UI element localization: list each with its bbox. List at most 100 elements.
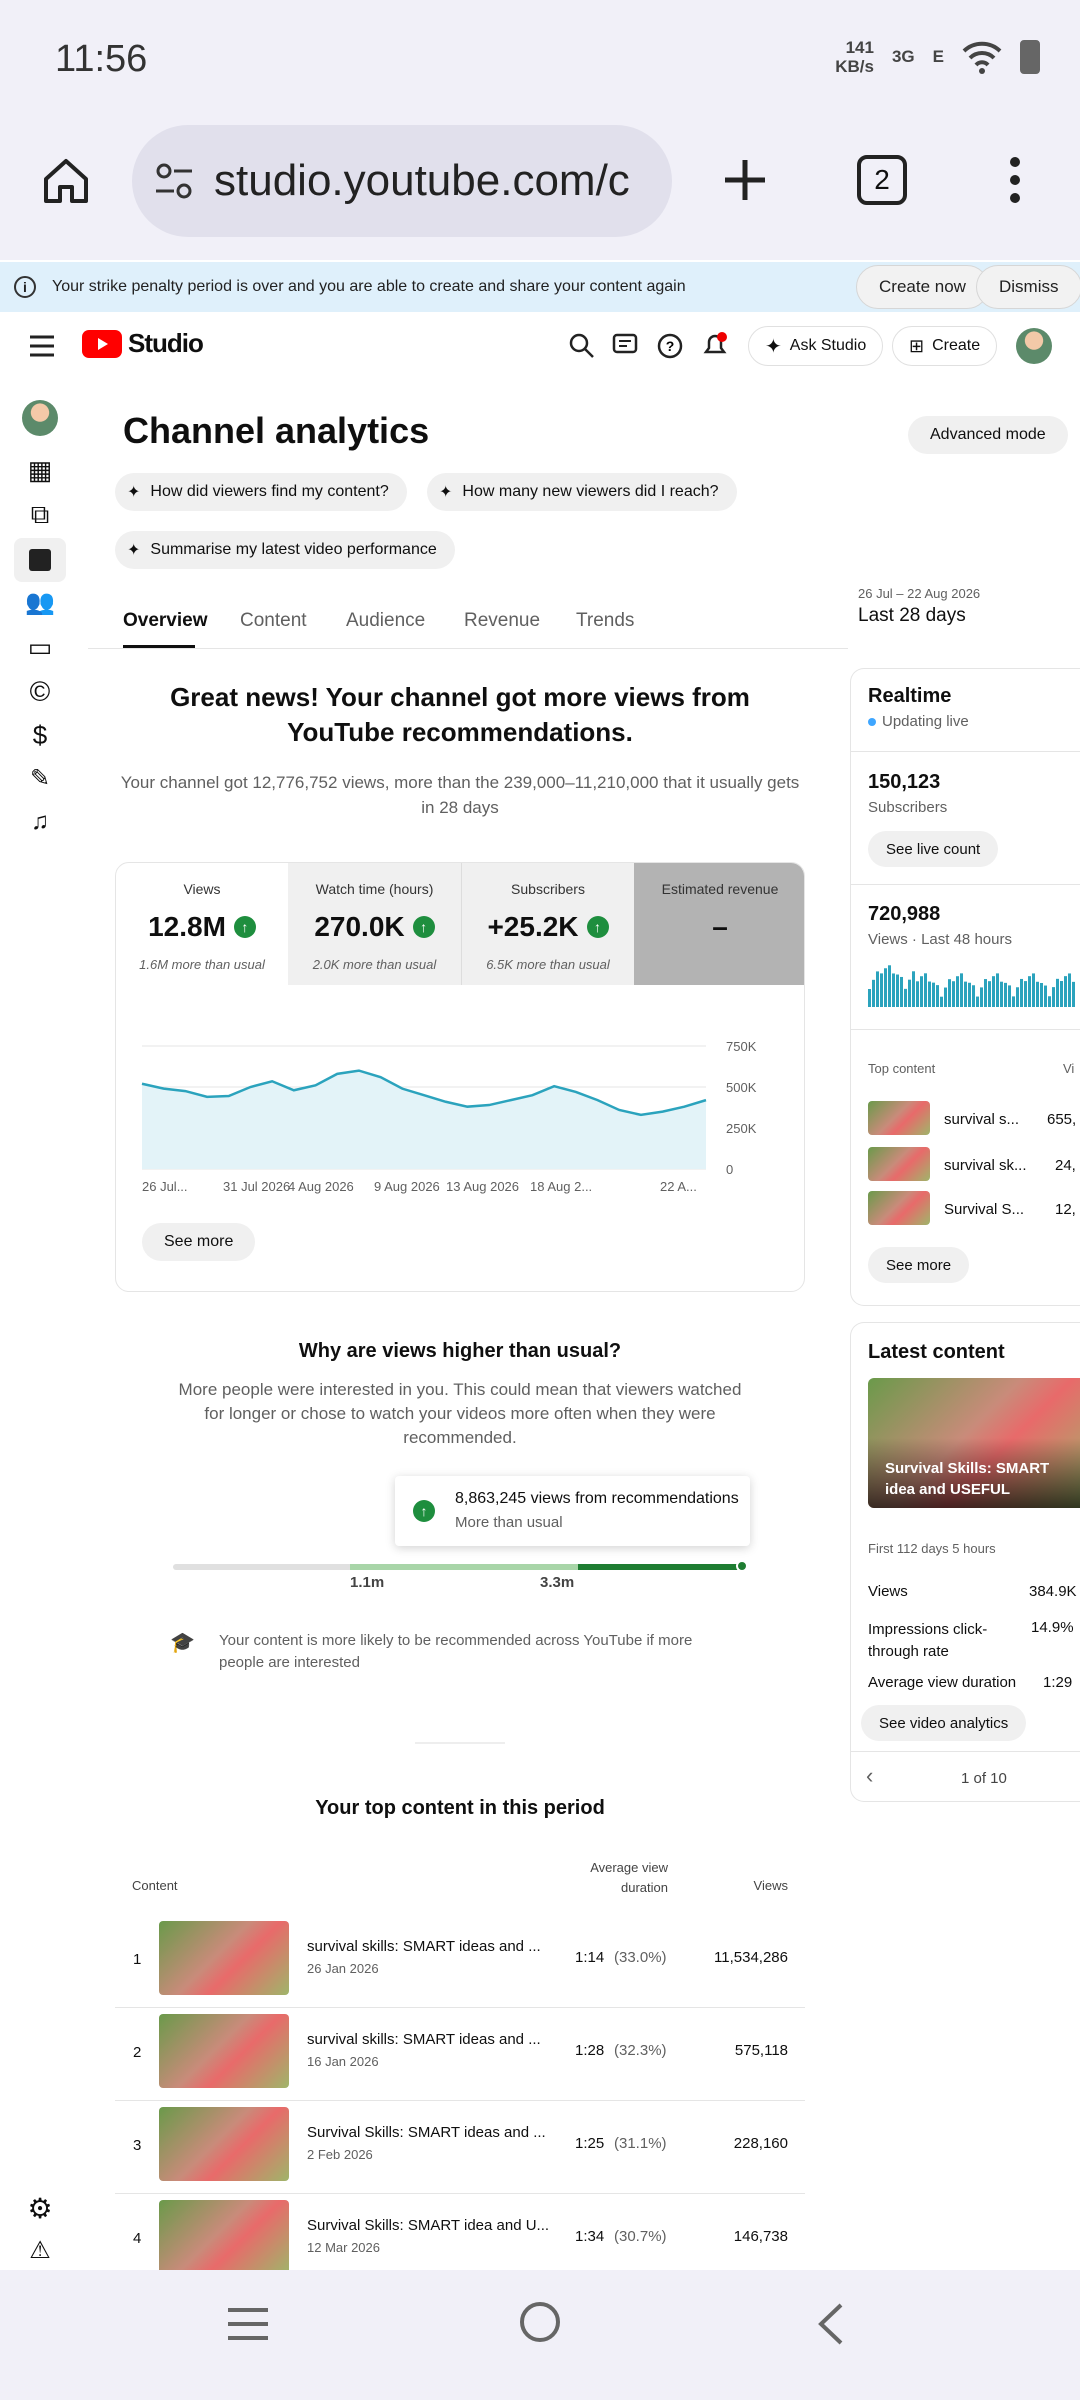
realtime-bar [1052, 987, 1055, 1007]
table-row[interactable]: 1 survival skills: SMART ideas and ... 2… [115, 1915, 805, 2008]
video-thumbnail[interactable] [159, 2107, 289, 2181]
video-title[interactable]: Survival Skills: SMART idea and U... [307, 2217, 549, 2234]
ask-studio-button[interactable]: ✦ Ask Studio [748, 326, 884, 366]
realtime-bar [1012, 996, 1015, 1007]
x-tick-label: 26 Jul... [142, 1179, 188, 1194]
tabs-divider [88, 648, 848, 649]
back-icon[interactable] [815, 2302, 845, 2346]
realtime-bar [1000, 981, 1003, 1007]
table-row[interactable]: 2 survival skills: SMART ideas and ... 1… [115, 2008, 805, 2101]
site-settings-icon[interactable] [152, 159, 196, 203]
new-tab-icon[interactable] [720, 155, 770, 205]
search-icon[interactable] [568, 332, 596, 360]
date-range[interactable]: 26 Jul – 22 Aug 2026 [858, 586, 980, 601]
page-title: Channel analytics [123, 410, 430, 451]
realtime-thumb-1[interactable] [868, 1101, 930, 1135]
video-title[interactable]: survival skills: SMART ideas and ... [307, 2031, 541, 2048]
create-button[interactable]: ⊞ Create [892, 326, 998, 366]
network-speed: 141 KB/s [835, 38, 874, 76]
video-thumbnail[interactable] [159, 1921, 289, 1995]
col-avd: Average view duration [590, 1860, 668, 1895]
dismiss-button[interactable]: Dismiss [976, 265, 1080, 309]
settings-icon[interactable]: ⚙ [22, 2192, 58, 2228]
menu-icon[interactable] [28, 334, 56, 358]
send-feedback-icon[interactable]: ⚠ [22, 2236, 58, 2272]
realtime-bar [996, 973, 999, 1007]
earn-icon[interactable]: $ [22, 720, 58, 756]
audio-library-icon[interactable]: ♫ [22, 808, 58, 844]
content-icon[interactable]: ⧉ [22, 499, 58, 535]
tab-revenue[interactable]: Revenue [464, 610, 540, 632]
chevron-left-icon[interactable]: ‹ [866, 1763, 873, 1789]
video-title[interactable]: Survival Skills: SMART ideas and ... [307, 2124, 546, 2141]
realtime-bar [1048, 996, 1051, 1007]
realtime-bar [972, 985, 975, 1007]
arrow-up-icon: ↑ [412, 916, 435, 938]
subtitles-icon[interactable]: ▭ [22, 632, 58, 668]
recent-apps-icon[interactable] [226, 2306, 270, 2342]
avd-percent: (33.0%) [614, 1949, 667, 1966]
metric-subscribers[interactable]: Subscribers +25.2K ↑ 6.5K more than usual [461, 863, 634, 985]
home-icon[interactable] [40, 155, 92, 207]
url-bar[interactable]: studio.youtube.com/c [132, 125, 672, 237]
metric-views[interactable]: Views 12.8M ↑ 1.6M more than usual [116, 863, 288, 985]
tab-switcher-button[interactable]: 2 [857, 155, 907, 205]
see-video-analytics-button[interactable]: See video analytics [861, 1705, 1027, 1741]
tab-overview[interactable]: Overview [123, 610, 208, 632]
see-more-button[interactable]: See more [142, 1223, 256, 1261]
dashboard-icon[interactable]: ▦ [22, 455, 58, 491]
tab-content[interactable]: Content [240, 610, 307, 632]
school-icon: 🎓 [170, 1632, 195, 1654]
realtime-bar [1004, 982, 1007, 1007]
feedback-icon[interactable] [612, 332, 640, 360]
tab-trends[interactable]: Trends [576, 610, 634, 632]
copyright-icon[interactable]: © [22, 676, 58, 712]
customisation-icon[interactable]: ✎ [22, 764, 58, 800]
realtime-bar [908, 979, 911, 1007]
realtime-thumb-3[interactable] [868, 1191, 930, 1225]
realtime-bar [1032, 973, 1035, 1007]
video-thumbnail[interactable] [159, 2014, 289, 2088]
realtime-thumb-2[interactable] [868, 1147, 930, 1181]
realtime-see-more-button[interactable]: See more [868, 1247, 970, 1283]
usual-range-bar [350, 1564, 578, 1570]
see-live-count-button[interactable]: See live count [868, 831, 999, 867]
table-row[interactable]: 3 Survival Skills: SMART ideas and ... 2… [115, 2101, 805, 2194]
analytics-icon [29, 549, 51, 571]
section-divider [415, 1742, 505, 1744]
analytics-nav-active[interactable] [14, 538, 66, 582]
studio-logo[interactable]: Studio [82, 328, 204, 359]
help-icon[interactable]: ? [656, 332, 684, 360]
prompt-latest-video[interactable]: ✦ Summarise my latest video performance [115, 531, 455, 569]
prompt-new-viewers[interactable]: ✦ How many new viewers did I reach? [427, 473, 737, 511]
range-mark-high: 3.3m [540, 1574, 575, 1591]
metric-watch-time[interactable]: Watch time (hours) 270.0K ↑ 2.0K more tha… [288, 863, 461, 985]
notifications-icon[interactable] [700, 330, 730, 360]
prompt-viewers-find[interactable]: ✦ How did viewers find my content? [115, 473, 407, 511]
summary-headline: Great news! Your channel got more views … [170, 682, 750, 747]
latest-video-thumbnail[interactable]: Survival Skills: SMART idea and USEFUL #… [868, 1378, 1080, 1508]
channel-avatar[interactable] [22, 400, 58, 436]
advanced-mode-button[interactable]: Advanced mode [908, 416, 1068, 454]
metric-revenue[interactable]: Estimated revenue – [634, 863, 804, 985]
account-avatar[interactable] [1016, 328, 1052, 364]
community-icon[interactable]: 👥 [22, 588, 58, 624]
current-value-marker [736, 1560, 748, 1572]
video-thumbnail[interactable] [159, 2200, 289, 2274]
video-title[interactable]: survival skills: SMART ideas and ... [307, 1938, 541, 1955]
realtime-bar [1024, 981, 1027, 1007]
home-nav-icon[interactable] [520, 2302, 560, 2342]
avd-percent: (31.1%) [614, 2135, 667, 2152]
realtime-bars-chart[interactable] [868, 963, 1078, 1007]
avd-percent: (30.7%) [614, 2228, 667, 2245]
tab-audience[interactable]: Audience [346, 610, 425, 632]
realtime-bar [884, 968, 887, 1007]
create-now-button[interactable]: Create now [856, 265, 989, 309]
above-usual-bar [578, 1564, 743, 1570]
realtime-bar [1072, 981, 1075, 1007]
realtime-bar [880, 973, 883, 1007]
views-chart[interactable]: 750K 500K 250K 0 26 Jul... 31 Jul 20264 Aug 2… [116, 1023, 805, 1203]
battery-icon [1020, 40, 1040, 74]
more-vert-icon[interactable] [1000, 155, 1030, 205]
period-selector[interactable]: Last 28 days [858, 605, 966, 627]
